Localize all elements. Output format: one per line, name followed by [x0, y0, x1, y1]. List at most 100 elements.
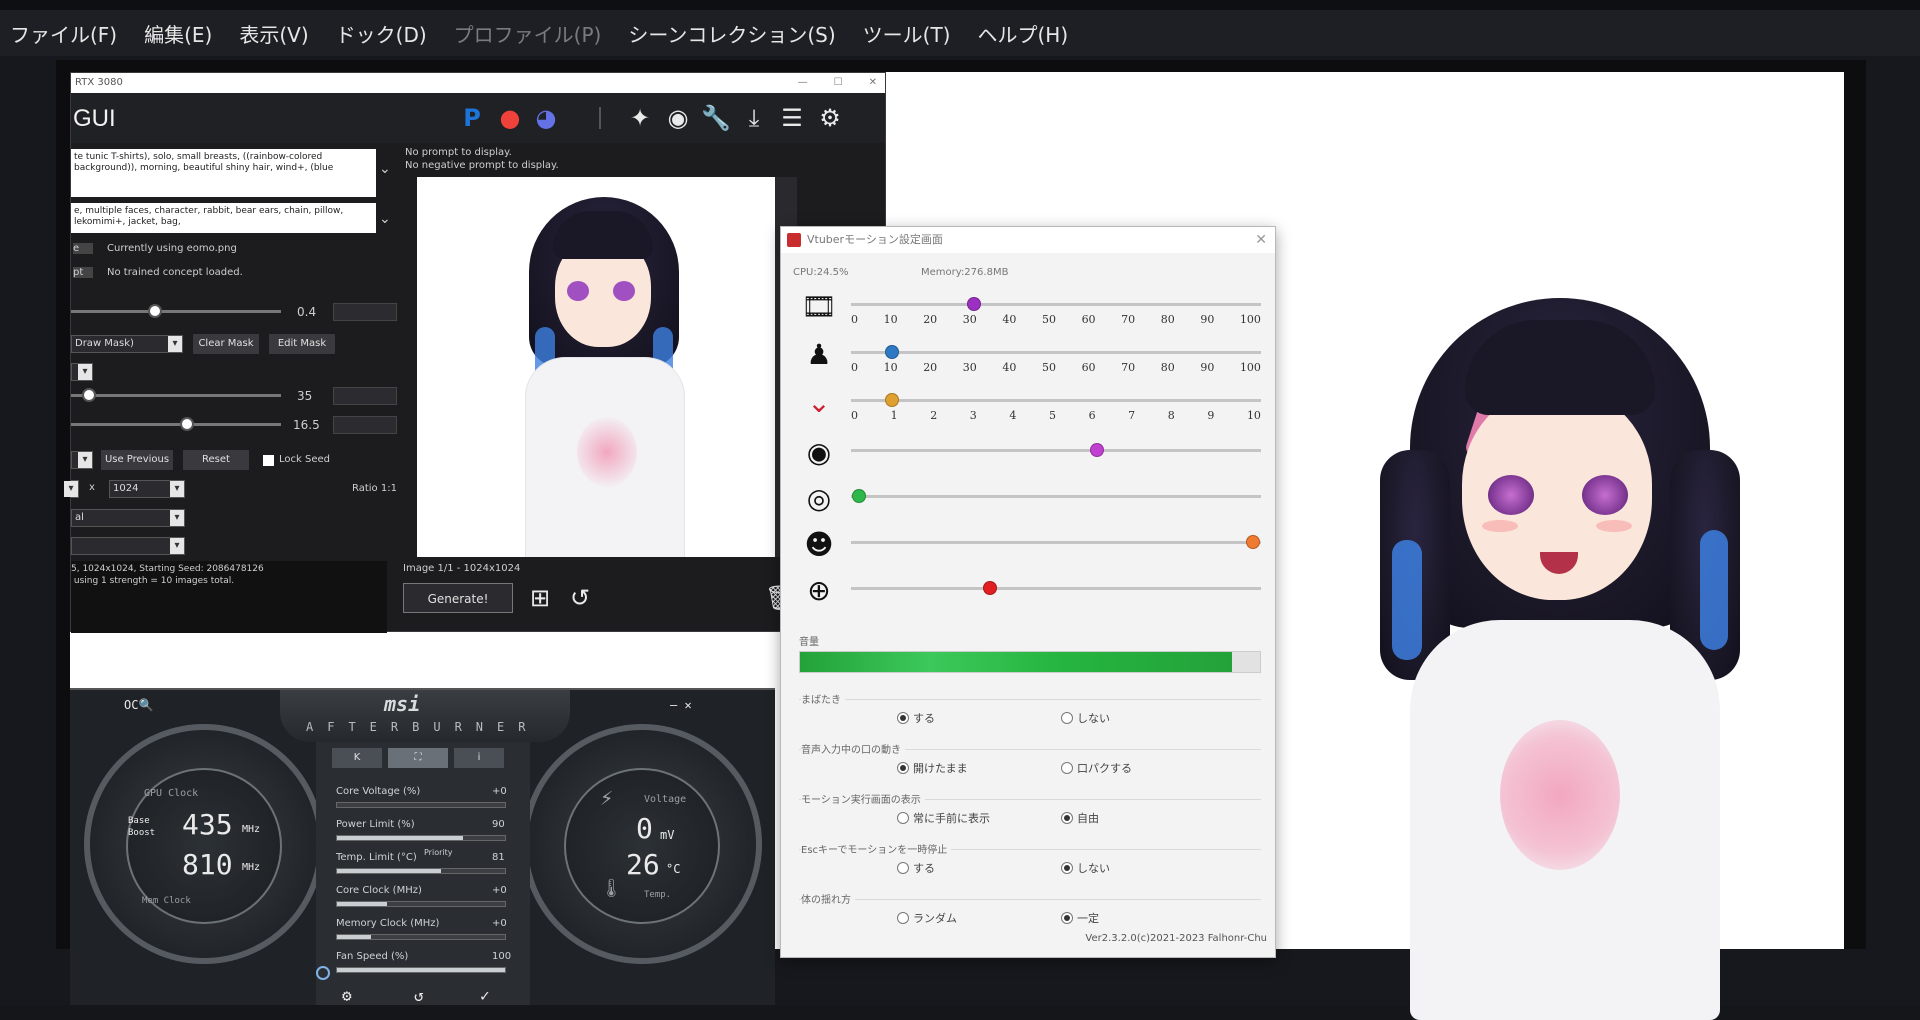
radio-option[interactable]: する	[897, 860, 935, 876]
search-icon[interactable]: OC🔍	[124, 698, 153, 712]
menu-file[interactable]: ファイル(F)	[10, 19, 117, 48]
sampler-select[interactable]: al	[71, 509, 185, 527]
vtuber-slider-track[interactable]	[851, 351, 1261, 354]
radio-option[interactable]: ランダム	[897, 910, 957, 926]
menu-edit[interactable]: 編集(E)	[144, 19, 212, 48]
radio-button[interactable]	[1061, 812, 1073, 824]
maximize-icon[interactable]: ☐	[834, 73, 843, 93]
camera-face-icon[interactable]: ◉	[663, 103, 693, 133]
vtuber-slider-track[interactable]	[851, 541, 1261, 544]
steps-slider-knob[interactable]	[81, 388, 96, 402]
radio-button[interactable]	[897, 762, 909, 774]
vtuber-slider-track[interactable]	[851, 399, 1261, 402]
strength-slider[interactable]	[71, 310, 281, 313]
vtuber-slider-knob[interactable]	[885, 345, 899, 359]
strength-input[interactable]	[333, 303, 397, 321]
small-spinner[interactable]	[71, 363, 93, 381]
info-button[interactable]: i	[454, 748, 504, 768]
reset-icon[interactable]: ↺	[414, 986, 424, 1005]
scale-slider-knob[interactable]	[179, 417, 194, 431]
negative-prompt-input[interactable]: e, multiple faces, character, rabbit, be…	[71, 203, 376, 233]
vtuber-slider-knob[interactable]	[983, 581, 998, 595]
fan-auto-icon[interactable]	[316, 966, 330, 980]
radio-option[interactable]: 開けたまま	[897, 760, 968, 776]
strength-slider-knob[interactable]	[148, 304, 162, 318]
scale-input[interactable]	[333, 416, 397, 434]
radio-option[interactable]: 口パクする	[1061, 760, 1132, 776]
vtuber-slider-knob[interactable]	[885, 393, 899, 407]
radio-option[interactable]: しない	[1061, 710, 1110, 726]
steps-input[interactable]	[333, 387, 397, 405]
menu-scene-collection[interactable]: シーンコレクション(S)	[628, 19, 835, 48]
lock-seed-checkbox[interactable]	[263, 455, 274, 466]
height-select[interactable]: 1024	[109, 480, 185, 498]
radio-button[interactable]	[897, 912, 909, 924]
apply-icon[interactable]: ✓	[480, 986, 490, 1005]
radio-label: 一定	[1077, 912, 1099, 925]
radio-option[interactable]: しない	[1061, 860, 1110, 876]
radio-button[interactable]	[897, 712, 909, 724]
download-icon[interactable]: ⤓	[739, 103, 769, 133]
edit-mask-button[interactable]: Edit Mask	[269, 334, 335, 354]
wrench-icon[interactable]: 🔧	[701, 103, 731, 133]
generate-button[interactable]: Generate!	[403, 583, 513, 613]
k-button[interactable]: K	[332, 748, 382, 768]
history-icon[interactable]: ↺	[565, 583, 595, 613]
scale-slider[interactable]	[71, 423, 281, 426]
radio-option[interactable]: 自由	[1061, 810, 1099, 826]
vtuber-slider-track[interactable]	[851, 303, 1261, 306]
settings-icon[interactable]: ⚙	[342, 986, 352, 1005]
list-icon[interactable]: ☰	[777, 103, 807, 133]
use-previous-button[interactable]: Use Previous	[101, 450, 173, 470]
clear-mask-button[interactable]: Clear Mask	[193, 334, 259, 354]
ab-slider[interactable]	[336, 802, 506, 808]
radio-option[interactable]: する	[897, 710, 935, 726]
tick-label: 4	[1009, 409, 1017, 422]
discord-icon[interactable]: ◕	[531, 103, 561, 133]
magic-wand-icon[interactable]: ✦	[625, 103, 655, 133]
menu-view[interactable]: 表示(V)	[239, 19, 308, 48]
gear-icon[interactable]: ⚙	[815, 103, 845, 133]
ab-slider[interactable]	[336, 901, 506, 907]
menu-tools[interactable]: ツール(T)	[863, 19, 951, 48]
vtuber-slider-knob[interactable]	[1090, 443, 1104, 457]
vtuber-slider-track[interactable]	[851, 495, 1261, 498]
ab-slider[interactable]	[336, 835, 506, 841]
radio-button[interactable]	[897, 812, 909, 824]
reset-button[interactable]: Reset	[183, 450, 249, 470]
radio-button[interactable]	[897, 862, 909, 874]
radio-option[interactable]: 一定	[1061, 910, 1099, 926]
minimize-icon[interactable]: —	[798, 73, 808, 93]
model-select[interactable]	[71, 537, 185, 555]
vtuber-slider-track[interactable]	[851, 587, 1261, 590]
radio-button[interactable]	[1061, 862, 1073, 874]
close-icon[interactable]: ✕	[1255, 227, 1267, 253]
prompt-input[interactable]: te tunic T-shirts), solo, small breasts,…	[71, 149, 376, 197]
patreon-icon[interactable]: ●	[495, 103, 525, 133]
menu-help[interactable]: ヘルプ(H)	[977, 19, 1068, 48]
negative-expand-icon[interactable]: ⌄	[379, 211, 391, 227]
add-image-icon[interactable]: ⊞	[525, 583, 555, 613]
ab-slider[interactable]	[336, 934, 506, 940]
zoom-icon: ⊕	[807, 574, 831, 607]
close-icon[interactable]: ✕	[869, 73, 877, 93]
vtuber-slider-knob[interactable]	[852, 489, 867, 503]
vtuber-slider-knob[interactable]	[967, 297, 981, 311]
radio-button[interactable]	[1061, 762, 1073, 774]
seed-spinner[interactable]	[71, 451, 93, 469]
vtuber-slider-track[interactable]	[851, 449, 1261, 452]
mask-mode-select[interactable]: Draw Mask)	[71, 335, 183, 353]
radio-option[interactable]: 常に手前に表示	[897, 810, 990, 826]
ab-slider[interactable]	[336, 868, 506, 874]
window-controls[interactable]: — ✕	[670, 698, 692, 712]
paypal-icon[interactable]: P	[457, 103, 487, 133]
radio-button[interactable]	[1061, 912, 1073, 924]
width-select[interactable]	[64, 480, 79, 498]
radio-button[interactable]	[1061, 712, 1073, 724]
steps-slider[interactable]	[71, 394, 281, 397]
oc-scan-button[interactable]: ⛶	[388, 748, 448, 768]
prompt-expand-icon[interactable]: ⌄	[379, 161, 391, 177]
ab-slider[interactable]	[336, 967, 506, 973]
menu-dock[interactable]: ドック(D)	[336, 19, 427, 48]
vtuber-slider-knob[interactable]	[1245, 535, 1260, 549]
